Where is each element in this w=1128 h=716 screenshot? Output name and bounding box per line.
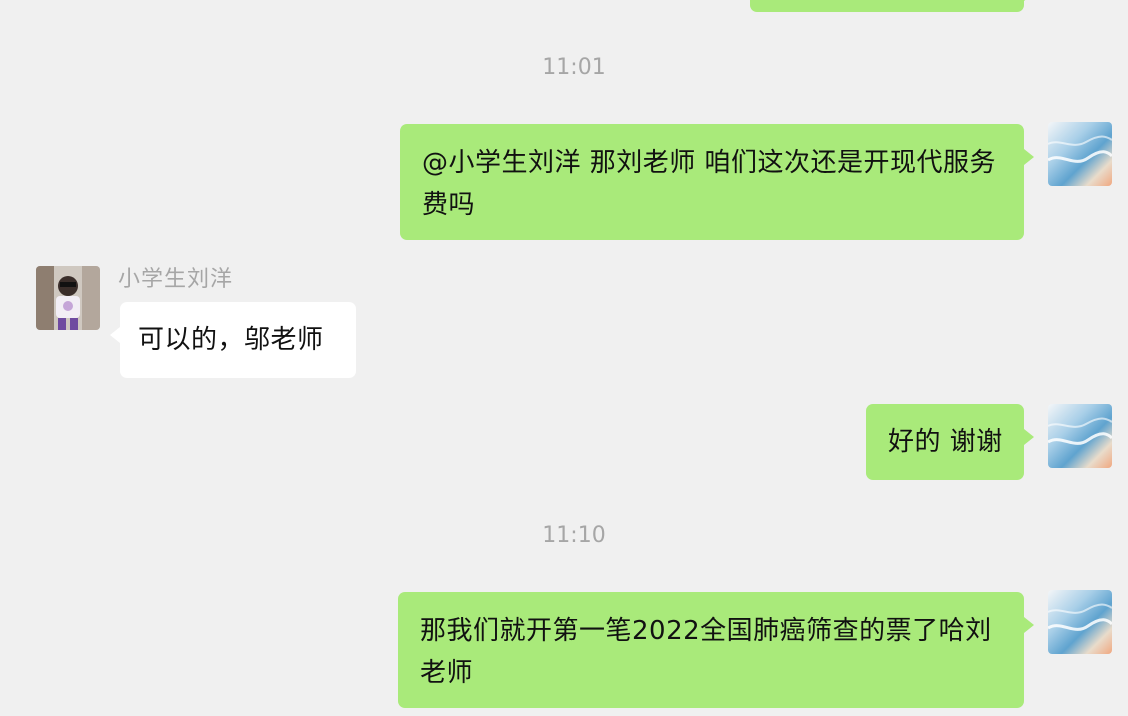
ocean-beach-avatar-icon <box>1048 122 1112 186</box>
message-bubble-outgoing[interactable]: 好的 谢谢 <box>866 404 1034 480</box>
ocean-beach-avatar-icon <box>1048 404 1112 468</box>
timestamp: 11:01 <box>542 55 606 80</box>
self-avatar[interactable] <box>1048 122 1112 186</box>
message-bubble-outgoing-partial[interactable] <box>750 0 1034 12</box>
message-bubble-outgoing[interactable]: 那我们就开第一笔2022全国肺癌筛查的票了哈刘老师 <box>398 592 1034 708</box>
message-text: 好的 谢谢 <box>888 427 1003 457</box>
message-bubble-incoming[interactable]: 可以的，邬老师 <box>110 302 356 378</box>
timestamp: 11:10 <box>542 523 606 548</box>
child-photo-avatar-icon <box>36 266 100 330</box>
message-bubble-outgoing[interactable]: @小学生刘洋 那刘老师 咱们这次还是开现代服务费吗 <box>400 124 1034 240</box>
message-text: 可以的，邬老师 <box>138 325 324 355</box>
self-avatar[interactable] <box>1048 404 1112 468</box>
message-text: @小学生刘洋 那刘老师 咱们这次还是开现代服务费吗 <box>422 148 997 220</box>
ocean-beach-avatar-icon <box>1048 590 1112 654</box>
sender-name: 小学生刘洋 <box>118 267 234 292</box>
self-avatar[interactable] <box>1048 590 1112 654</box>
contact-avatar[interactable] <box>36 266 100 330</box>
message-text: 那我们就开第一笔2022全国肺癌筛查的票了哈刘老师 <box>420 616 992 688</box>
chat-message-area[interactable]: 11:01 @小学生刘洋 那刘老师 咱们这次还是开现代服务费吗 小学生刘洋 可以… <box>0 0 1128 716</box>
